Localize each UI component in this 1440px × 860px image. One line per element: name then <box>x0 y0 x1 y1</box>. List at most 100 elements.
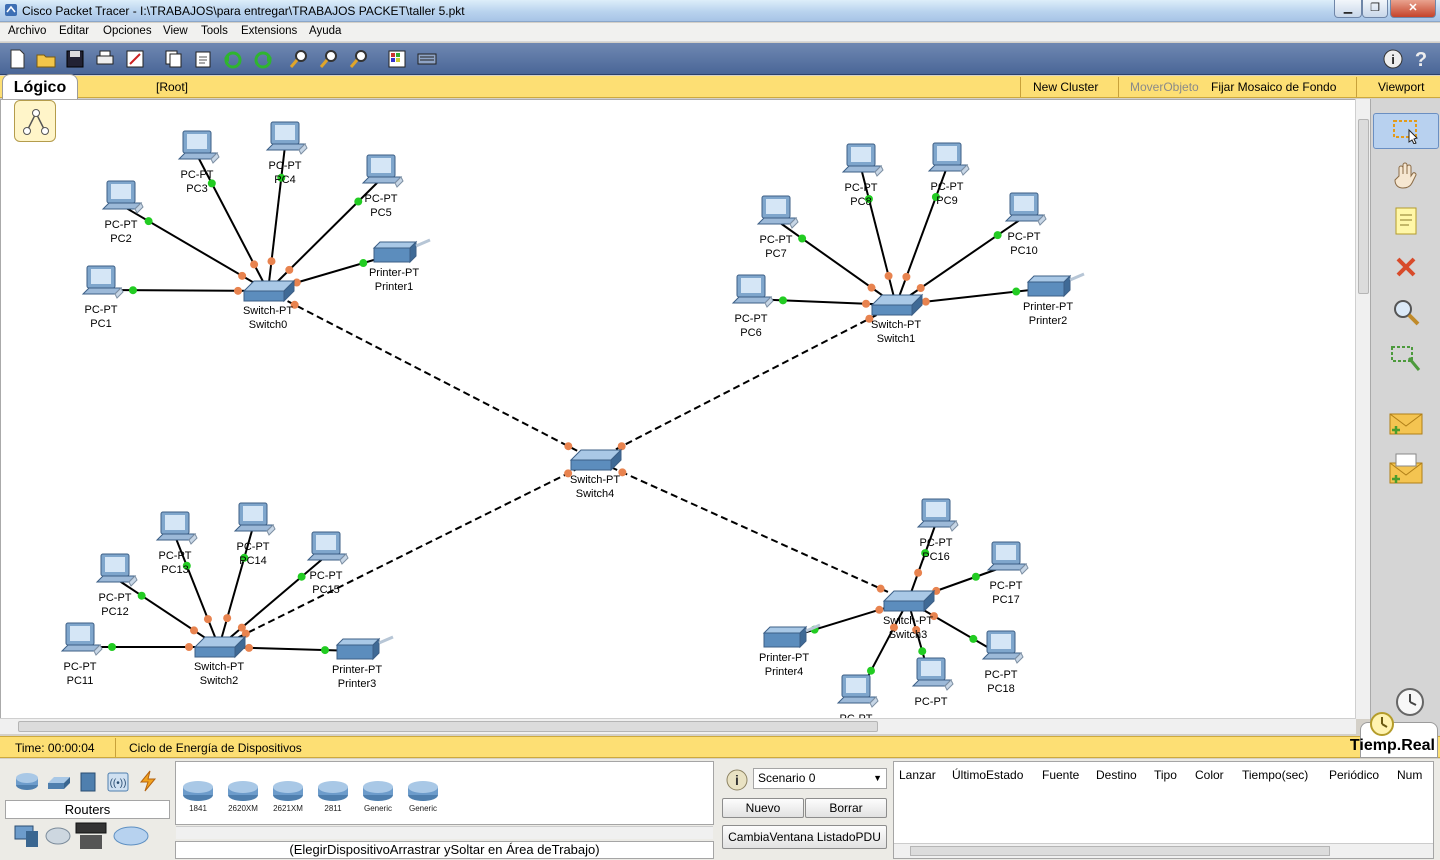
open-folder-icon[interactable] <box>35 48 57 70</box>
column-header[interactable]: Lanzar <box>899 768 936 782</box>
minimize-button[interactable]: ▁ <box>1334 0 1362 18</box>
scroll-thumb[interactable] <box>1358 119 1369 294</box>
column-header[interactable]: Color <box>1195 768 1224 782</box>
delete-scenario-button[interactable]: Borrar <box>805 798 887 818</box>
custom-devices-category-icon[interactable] <box>74 821 108 851</box>
device-model-generic[interactable]: Generic <box>405 778 441 814</box>
end-devices-category-icon[interactable] <box>12 823 42 849</box>
tool-palette <box>1370 99 1440 735</box>
device-model-2811[interactable]: 2811 <box>315 778 351 814</box>
column-header[interactable]: ÚltimoEstado <box>952 768 1023 782</box>
device-label: PC-PT PC12 <box>77 591 153 619</box>
stopwatch-icon <box>1396 688 1424 716</box>
help-icon[interactable]: ? <box>1410 48 1432 70</box>
divider <box>1020 77 1021 97</box>
save-icon[interactable] <box>64 48 86 70</box>
device-category-label: Routers <box>5 800 170 819</box>
device-name: Switch0 <box>248 319 288 331</box>
menu-ayuda[interactable]: Ayuda <box>306 25 344 37</box>
pdu-scrollbar[interactable] <box>894 843 1433 858</box>
scroll-thumb[interactable] <box>18 721 878 732</box>
select-tool[interactable] <box>1373 113 1439 149</box>
device-model-2621xm[interactable]: 2621XM <box>270 778 306 814</box>
menu-extensions[interactable]: Extensions <box>238 25 300 37</box>
maximize-button[interactable]: ❐ <box>1362 0 1388 18</box>
copy-icon[interactable] <box>162 48 184 70</box>
set-background-button[interactable]: Fijar Mosaico de Fondo <box>1211 80 1336 94</box>
wireless-category-icon[interactable]: ((•)) <box>106 771 130 793</box>
redo-icon[interactable] <box>252 48 274 70</box>
new-scenario-button[interactable]: Nuevo <box>722 798 804 818</box>
print-icon[interactable] <box>94 48 116 70</box>
menu-tools[interactable]: Tools <box>198 25 231 37</box>
info-icon[interactable]: i <box>1382 48 1404 70</box>
move-layout-tool[interactable] <box>1381 157 1431 193</box>
device-model-generic[interactable]: Generic <box>360 778 396 814</box>
hand-icon <box>1394 162 1417 189</box>
zoom-out-icon[interactable] <box>348 48 370 70</box>
new-cluster-button[interactable]: New Cluster <box>1033 80 1098 94</box>
device-label: PC-PT PC2 <box>83 218 159 246</box>
column-header[interactable]: Periódico <box>1329 768 1379 782</box>
zoom-in-icon[interactable] <box>288 48 310 70</box>
add-simple-pdu-tool[interactable] <box>1381 405 1431 441</box>
column-header[interactable]: Destino <box>1096 768 1137 782</box>
logical-workspace[interactable]: PC-PT PC1 PC-PT PC2 PC-PT PC3 PC-PT PC4 PC-PT PC5… <box>0 99 1356 719</box>
device-model-2620xm[interactable]: 2620XM <box>225 778 261 814</box>
custom-device-icon[interactable] <box>416 48 438 70</box>
scenario-select[interactable]: Scenario 0 ▼ <box>753 768 887 789</box>
scenario-info-icon[interactable]: i <box>725 768 749 792</box>
inspect-tool[interactable] <box>1381 295 1431 331</box>
new-file-icon[interactable] <box>6 48 28 70</box>
vertical-scrollbar[interactable] <box>1355 99 1370 719</box>
palette-icon[interactable] <box>386 48 408 70</box>
delete-tool[interactable] <box>1381 249 1431 285</box>
device-label: PC-PT PC11 <box>42 660 118 688</box>
add-complex-pdu-tool[interactable] <box>1381 451 1431 487</box>
menu-editar[interactable]: Editar <box>56 25 92 37</box>
connections-category-icon[interactable] <box>136 769 160 793</box>
move-object-button[interactable]: MoverObjeto <box>1130 80 1199 94</box>
multiuser-category-icon[interactable] <box>112 825 150 847</box>
zoom-reset-icon[interactable] <box>318 48 340 70</box>
device-type: Printer-PT <box>1022 301 1074 313</box>
menu-archivo[interactable]: Archivo <box>5 25 49 37</box>
horizontal-scrollbar[interactable] <box>0 718 1356 734</box>
toggle-pdu-list-button[interactable]: CambiaVentana ListadoPDU <box>722 825 887 849</box>
power-cycle-button[interactable]: Ciclo de Energía de Dispositivos <box>129 741 302 755</box>
scenario-select-value: Scenario 0 <box>758 771 816 785</box>
breadcrumb[interactable]: [Root] <box>156 80 188 94</box>
undo-icon[interactable] <box>222 48 244 70</box>
models-scrollbar[interactable] <box>176 826 713 839</box>
switch-category-icon[interactable] <box>46 773 72 791</box>
column-header[interactable]: Tipo <box>1154 768 1177 782</box>
device-name: PC10 <box>1010 245 1038 257</box>
device-name: PC2 <box>110 233 132 245</box>
close-button[interactable]: ✕ <box>1390 0 1436 18</box>
resize-shape-tool[interactable] <box>1381 341 1431 377</box>
device-model-label: 1841 <box>189 804 207 813</box>
realtime-tab[interactable]: Tiemp.Real <box>1350 712 1438 758</box>
device-type: PC-PT <box>1007 231 1041 243</box>
device-name: PC7 <box>765 248 787 260</box>
device-type: PC-PT <box>158 550 192 562</box>
router-category-icon[interactable] <box>14 771 40 793</box>
column-header[interactable]: Tiempo(sec) <box>1242 768 1308 782</box>
note-tool[interactable] <box>1381 203 1431 239</box>
menu-view[interactable]: View <box>160 25 191 37</box>
device-models-panel: 1841 2620XM 2621XM 2811 Generic Generic <box>175 761 714 839</box>
scroll-thumb[interactable] <box>910 846 1330 856</box>
device-type: PC-PT <box>989 580 1023 592</box>
logical-view-icon[interactable] <box>14 100 56 142</box>
hub-category-icon[interactable] <box>78 771 98 793</box>
device-type: PC-PT <box>759 234 793 246</box>
paste-icon[interactable] <box>192 48 214 70</box>
device-label: PC-PT PC18 <box>963 668 1039 696</box>
column-header[interactable]: Num <box>1397 768 1422 782</box>
activity-wizard-icon[interactable] <box>124 48 146 70</box>
device-model-1841[interactable]: 1841 <box>180 778 216 814</box>
wan-emulation-category-icon[interactable] <box>44 825 72 847</box>
menu-opciones[interactable]: Opciones <box>100 25 155 37</box>
column-header[interactable]: Fuente <box>1042 768 1079 782</box>
viewport-button[interactable]: Viewport <box>1378 80 1424 94</box>
